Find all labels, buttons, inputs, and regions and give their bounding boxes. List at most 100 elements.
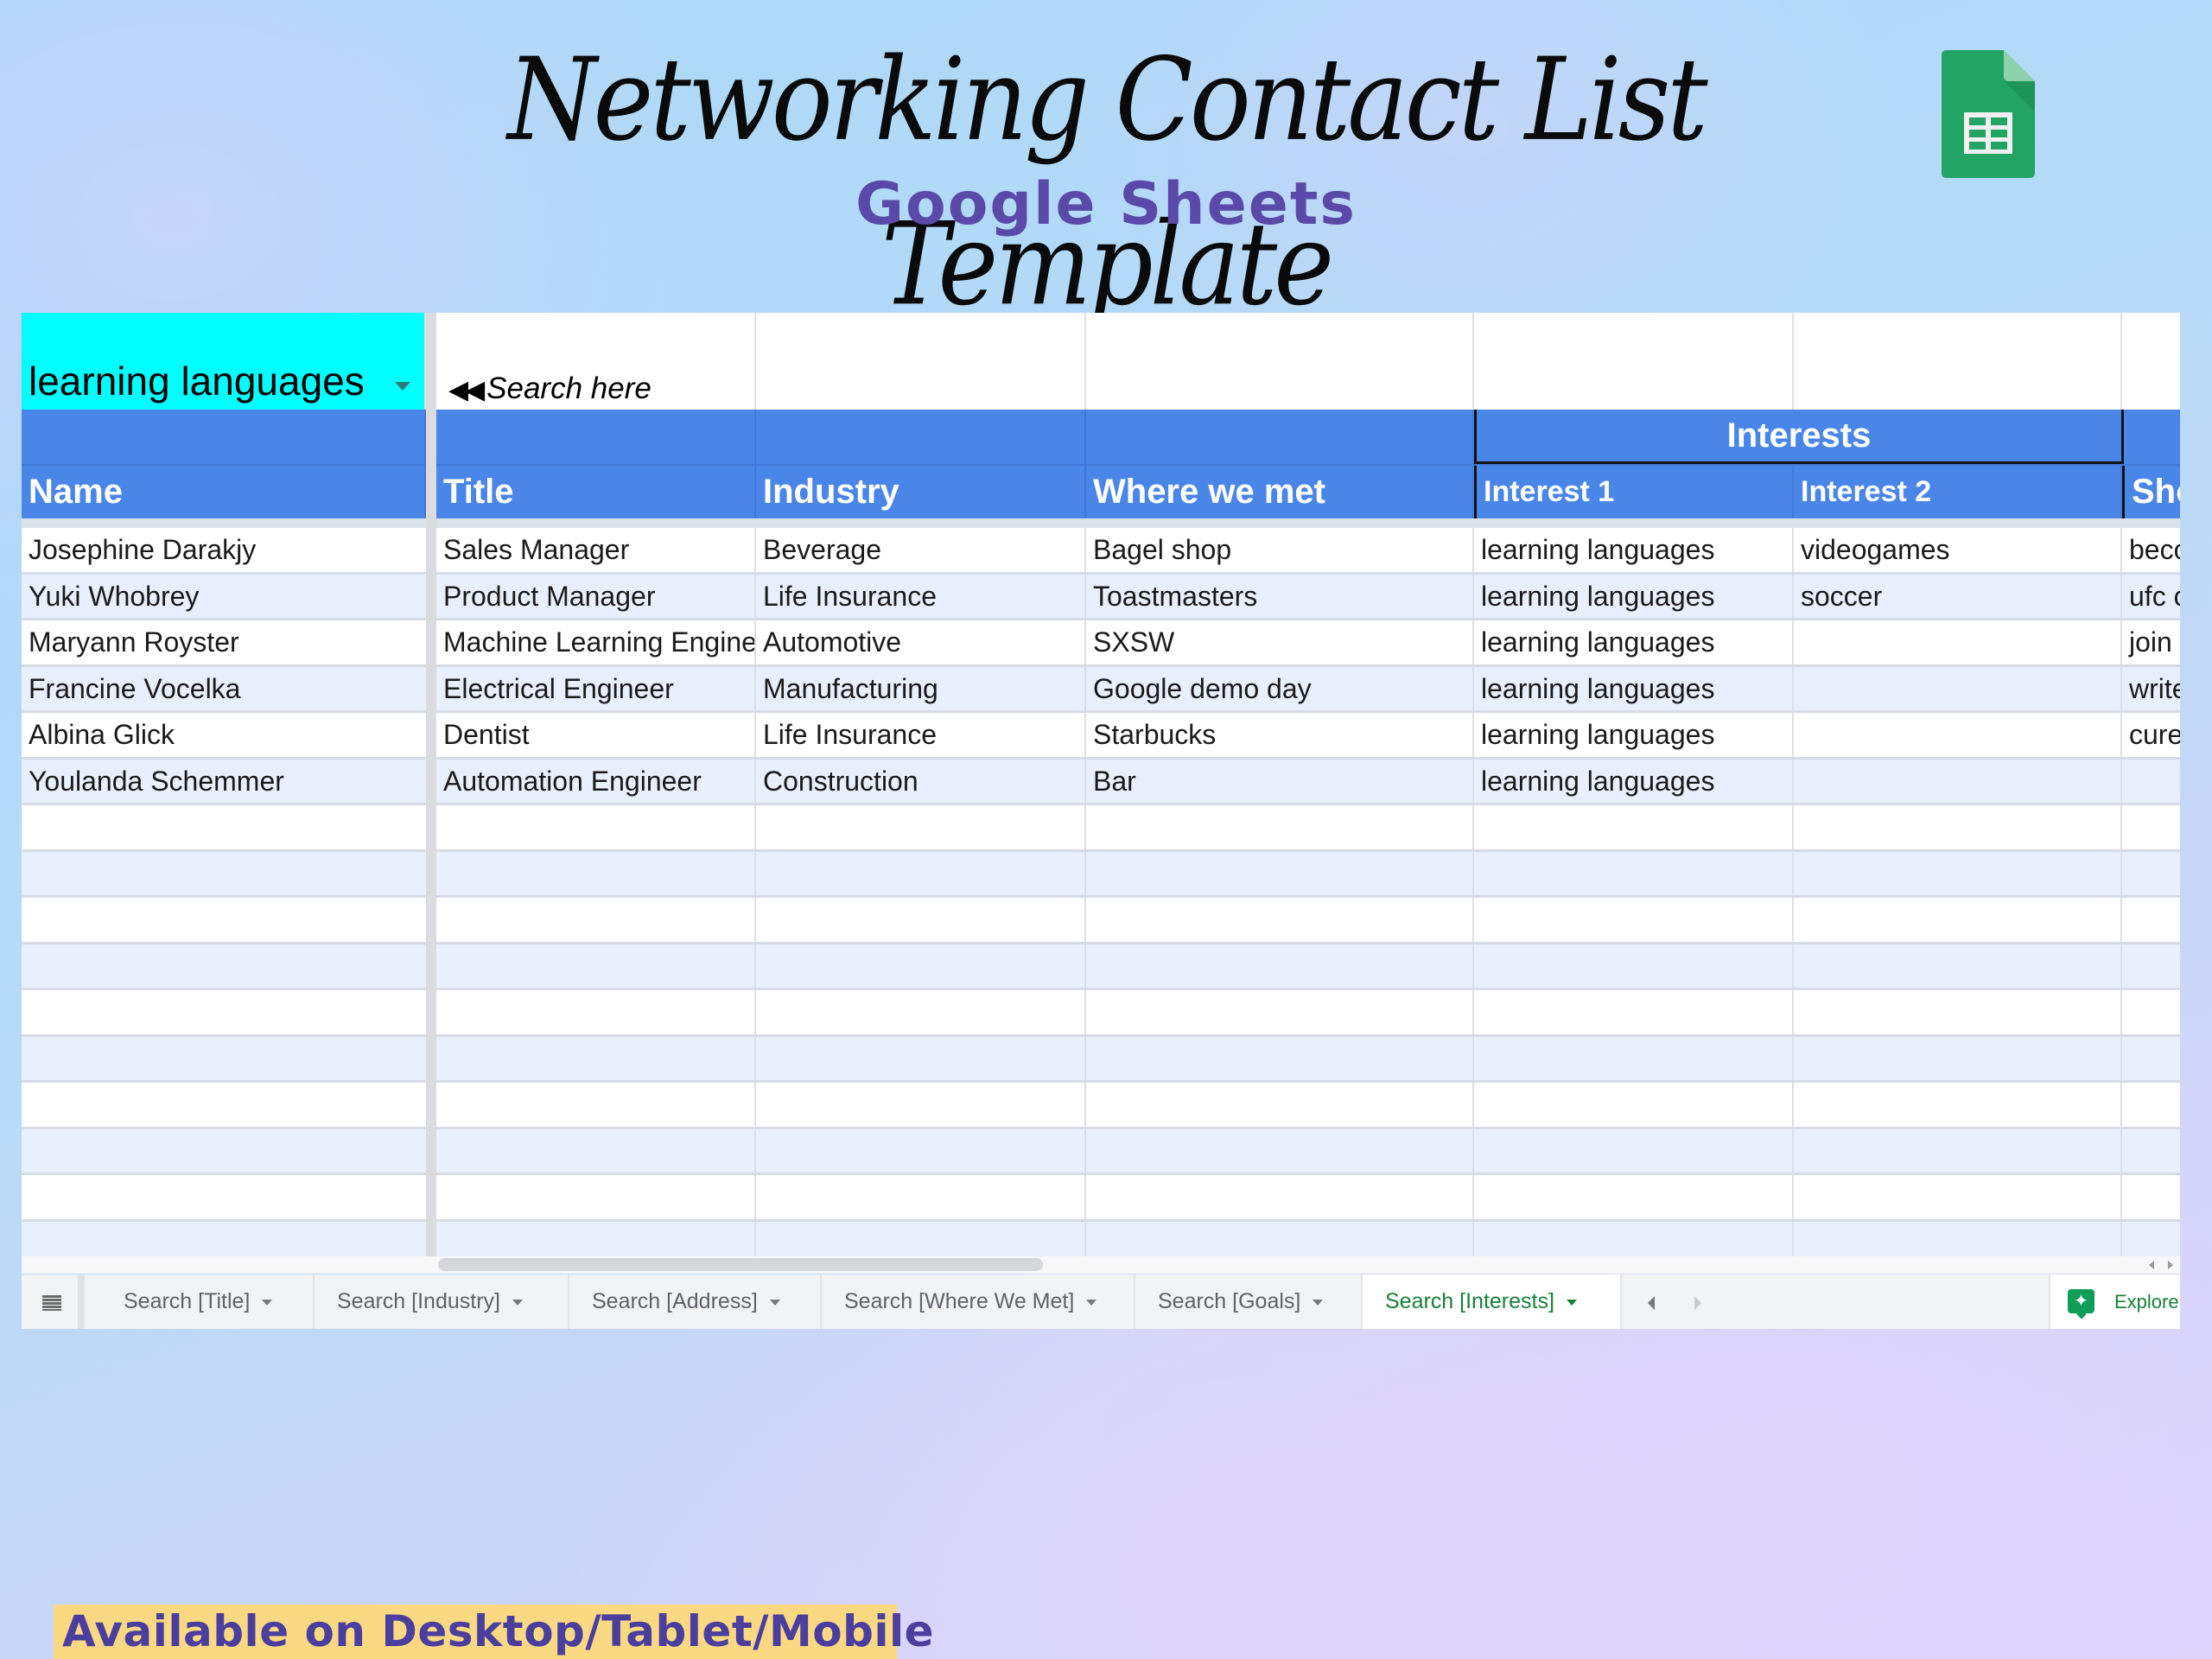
cell-short-goal[interactable]: beco — [2122, 528, 2180, 572]
cell-title[interactable] — [436, 805, 756, 849]
cell-name[interactable] — [22, 944, 426, 988]
sheet-tab-search-address[interactable]: Search [Address] — [569, 1274, 822, 1329]
cell-where-we-met[interactable]: Bar — [1086, 759, 1474, 803]
cell-interest-2[interactable] — [1794, 898, 2122, 942]
frozen-column-divider[interactable] — [426, 313, 436, 1274]
cell-where-we-met[interactable]: Starbucks — [1086, 713, 1474, 757]
column-header-title[interactable]: Title — [436, 466, 756, 518]
empty-cell[interactable] — [756, 313, 1086, 410]
cell-interest-1[interactable] — [1474, 1083, 1794, 1127]
cell-name[interactable] — [22, 1037, 426, 1081]
column-header-name[interactable]: Name — [22, 466, 426, 518]
cell-interest-1[interactable]: learning languages — [1474, 713, 1794, 757]
cell-industry[interactable] — [756, 990, 1086, 1034]
cell-where-we-met[interactable] — [1086, 1036, 1474, 1080]
cell-where-we-met[interactable]: Toastmasters — [1086, 574, 1474, 618]
scroll-right-icon[interactable] — [2163, 1258, 2178, 1272]
cell-interest-2[interactable] — [1794, 759, 2122, 803]
dropdown-arrow-icon[interactable] — [395, 382, 410, 391]
sheet-tab-search-where-we-met[interactable]: Search [Where We Met] — [822, 1274, 1135, 1329]
chevron-down-icon[interactable] — [1566, 1299, 1577, 1306]
cell-where-we-met[interactable] — [1086, 1083, 1474, 1127]
cell-where-we-met[interactable]: SXSW — [1086, 620, 1474, 664]
cell-title[interactable]: Electrical Engineer — [436, 666, 756, 710]
cell-interest-1[interactable] — [1474, 805, 1794, 849]
cell-name[interactable] — [22, 852, 426, 896]
cell-short-goal[interactable]: write — [2122, 667, 2180, 711]
cell-name[interactable]: Yuki Whobrey — [22, 575, 426, 619]
cell-title[interactable]: Dentist — [436, 713, 756, 757]
chevron-down-icon[interactable] — [262, 1299, 273, 1306]
cell-interest-1[interactable] — [1474, 1036, 1794, 1080]
cell-where-we-met[interactable] — [1086, 851, 1474, 895]
cell-name[interactable] — [22, 898, 426, 942]
cell-interest-1[interactable] — [1474, 851, 1794, 895]
filter-dropdown-cell[interactable]: learning languages — [22, 313, 426, 410]
cell-interest-2[interactable] — [1794, 1175, 2122, 1219]
search-hint-cell[interactable]: ◀◀ Search here — [436, 313, 756, 410]
cell-name[interactable] — [22, 1083, 426, 1127]
cell-where-we-met[interactable] — [1086, 944, 1474, 988]
column-header-industry[interactable]: Industry — [756, 466, 1086, 518]
cell-interest-2[interactable] — [1794, 944, 2122, 988]
sheet-tab-search-goals[interactable]: Search [Goals] — [1135, 1274, 1363, 1329]
cell-interest-2[interactable] — [1794, 1128, 2122, 1173]
cell-industry[interactable] — [756, 944, 1086, 988]
cell-interest-1[interactable] — [1474, 898, 1794, 942]
cell-title[interactable]: Automation Engineer — [436, 759, 756, 803]
scrollbar-thumb[interactable] — [438, 1258, 1043, 1271]
cell-interest-1[interactable] — [1474, 1128, 1794, 1173]
cell-title[interactable]: Product Manager — [436, 574, 756, 618]
column-header-where-we-met[interactable]: Where we met — [1086, 466, 1474, 518]
cell-name[interactable] — [22, 805, 426, 849]
column-header-short-goals[interactable]: Sho — [2122, 466, 2180, 518]
cell-title[interactable] — [436, 1036, 756, 1080]
cell-industry[interactable]: Manufacturing — [756, 666, 1086, 710]
cell-short-goal[interactable] — [2122, 805, 2180, 849]
cell-title[interactable]: Machine Learning Engineer — [436, 620, 756, 664]
cell-name[interactable]: Maryann Royster — [22, 620, 426, 664]
cell-interest-2[interactable] — [1794, 851, 2122, 895]
empty-cell[interactable] — [1086, 313, 1474, 410]
cell-name[interactable] — [22, 1129, 426, 1173]
cell-industry[interactable]: Beverage — [756, 528, 1086, 572]
cell-interest-1[interactable]: learning languages — [1474, 759, 1794, 803]
column-header-interest-2[interactable]: Interest 2 — [1794, 466, 2122, 518]
cell-interest-1[interactable] — [1474, 944, 1794, 988]
chevron-down-icon[interactable] — [1086, 1299, 1097, 1306]
cell-name[interactable] — [22, 1175, 426, 1219]
cell-where-we-met[interactable] — [1086, 898, 1474, 942]
sheet-tab-search-industry[interactable]: Search [Industry] — [315, 1274, 569, 1329]
cell-industry[interactable] — [756, 851, 1086, 895]
cell-industry[interactable] — [756, 898, 1086, 942]
chevron-down-icon[interactable] — [769, 1299, 780, 1306]
cell-title[interactable] — [436, 898, 756, 942]
cell-short-goal[interactable] — [2122, 944, 2180, 988]
cell-where-we-met[interactable]: Bagel shop — [1086, 528, 1474, 572]
cell-title[interactable] — [436, 1128, 756, 1173]
cell-short-goal[interactable] — [2122, 1175, 2180, 1219]
cell-name[interactable] — [22, 990, 426, 1034]
cell-title[interactable] — [436, 851, 756, 895]
cell-interest-2[interactable]: soccer — [1794, 574, 2122, 618]
cell-interest-2[interactable] — [1794, 990, 2122, 1034]
cell-industry[interactable]: Automotive — [756, 620, 1086, 664]
sheet-tab-search-interests[interactable]: Search [Interests] — [1363, 1274, 1622, 1329]
cell-interest-2[interactable] — [1794, 620, 2122, 664]
empty-cell[interactable] — [2122, 313, 2180, 410]
cell-name[interactable]: Francine Vocelka — [22, 667, 426, 711]
cell-short-goal[interactable] — [2122, 1129, 2180, 1173]
horizontal-scrollbar[interactable] — [22, 1256, 2180, 1274]
cell-interest-1[interactable] — [1474, 1175, 1794, 1219]
cell-name[interactable]: Josephine Darakjy — [22, 528, 426, 572]
cell-interest-1[interactable]: learning languages — [1474, 666, 1794, 710]
cell-industry[interactable] — [756, 1128, 1086, 1173]
cell-industry[interactable] — [756, 805, 1086, 849]
cell-industry[interactable]: Construction — [756, 759, 1086, 803]
cell-short-goal[interactable]: ufc c — [2122, 575, 2180, 619]
cell-short-goal[interactable] — [2122, 1037, 2180, 1081]
cell-industry[interactable] — [756, 1083, 1086, 1127]
cell-where-we-met[interactable]: Google demo day — [1086, 666, 1474, 710]
chevron-down-icon[interactable] — [512, 1299, 523, 1306]
cell-where-we-met[interactable] — [1086, 990, 1474, 1034]
